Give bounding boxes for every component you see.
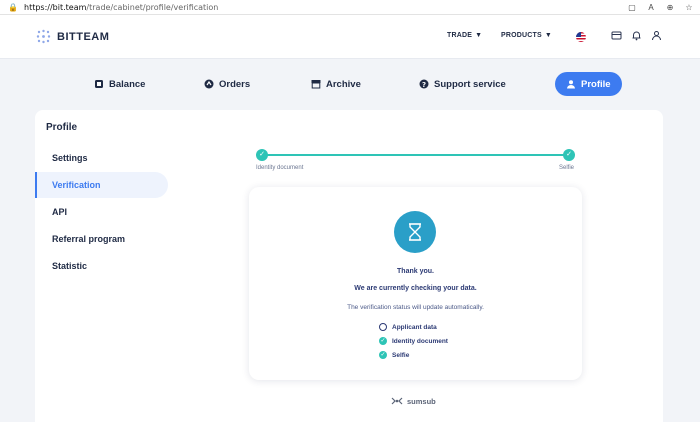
url-path: /trade/cabinet/profile/verification [86,2,219,12]
sidebar-item-label: API [52,207,68,217]
step-check-icon: ✓ [563,149,575,161]
svg-text:?: ? [422,81,426,89]
step-check-icon: ✓ [256,149,268,161]
logo-mark-icon [36,29,51,44]
checking-text: We are currently checking your data. [354,285,477,292]
browser-toolbar: ▢ A ⊕ ☆ [627,0,694,15]
sidebar-item-label: Statistic [52,261,88,271]
nav-products-label: PRODUCTS [501,32,542,39]
lock-icon: 🔒 [8,2,18,12]
language-flag-icon[interactable] [576,32,586,42]
site-header: BITTEAM TRADE ▼ PRODUCTS ▼ [0,15,700,59]
pending-circle-icon [379,323,387,331]
zoom-icon[interactable]: ⊕ [665,3,675,12]
question-icon: ? [419,79,429,89]
archive-icon [311,80,321,89]
orders-icon [204,79,214,89]
sidebar-item-settings[interactable]: Settings [35,145,168,171]
wallet-icon[interactable] [611,30,622,41]
sidebar-item-verification[interactable]: Verification [35,172,168,198]
nav-trade[interactable]: TRADE ▼ [447,32,482,39]
bell-icon[interactable] [631,30,642,41]
checklist-item-label: Applicant data [392,323,437,331]
profile-card: Profile Settings Verification API Referr… [35,110,663,422]
check-circle-icon: ✓ [379,351,387,359]
tab-support-label: Support service [434,78,506,90]
sidebar-item-label: Settings [52,153,88,163]
checklist-item-applicant-data: Applicant data [379,323,437,331]
step-label-identity-document: Identity document [256,165,304,171]
tab-profile-label: Profile [581,78,611,90]
step-label-selfie: Selfie [559,165,575,171]
tab-profile[interactable]: Profile [555,72,622,96]
sidebar-item-api[interactable]: API [35,199,168,225]
hourglass-icon [394,211,436,253]
cabinet-tabs: Balance Orders Archive ? Support service… [0,72,700,96]
favorite-icon[interactable]: ☆ [684,3,694,12]
tab-orders[interactable]: Orders [204,72,250,96]
sidebar-item-statistic[interactable]: Statistic [35,253,168,279]
balance-icon [95,80,103,88]
stepper-progress-line [261,154,569,156]
read-aloud-icon[interactable]: A [646,3,656,12]
user-icon[interactable] [651,30,662,41]
chevron-down-icon: ▼ [475,32,483,39]
user-icon [567,80,575,89]
thank-you-text: Thank you. [397,268,434,275]
url-field[interactable]: https://bit.team/trade/cabinet/profile/v… [24,3,218,12]
sidebar-item-label: Referral program [52,234,126,244]
logo-text: BITTEAM [57,30,110,43]
browser-address-bar: 🔒 https://bit.team/trade/cabinet/profile… [0,0,700,15]
page-title: Profile [46,122,78,133]
video-icon[interactable]: ▢ [627,3,637,12]
tab-support-service[interactable]: ? Support service [419,72,506,96]
nav-products[interactable]: PRODUCTS ▼ [501,32,552,39]
sumsub-logo-icon [391,397,403,405]
checklist-item-identity-document: ✓ Identity document [379,337,448,345]
sumsub-text: sumsub [407,396,436,406]
nav-trade-label: TRADE [447,32,473,39]
tab-archive[interactable]: Archive [311,72,361,96]
url-host: https://bit.team [24,2,87,12]
tab-balance[interactable]: Balance [94,72,145,96]
verification-status-card: Thank you. We are currently checking you… [249,187,582,380]
sidebar-item-referral-program[interactable]: Referral program [35,226,168,252]
checklist-item-selfie: ✓ Selfie [379,351,409,359]
tab-orders-label: Orders [219,78,251,90]
tab-balance-label: Balance [109,78,146,90]
sumsub-logo: sumsub [391,396,436,406]
tab-archive-label: Archive [326,78,361,90]
checklist-item-label: Identity document [392,337,448,345]
logo[interactable]: BITTEAM [36,29,109,44]
status-note-text: The verification status will update auto… [347,304,484,311]
chevron-down-icon: ▼ [544,32,553,39]
sidebar-item-label: Verification [52,180,101,190]
checklist-item-label: Selfie [392,351,410,359]
check-circle-icon: ✓ [379,337,387,345]
